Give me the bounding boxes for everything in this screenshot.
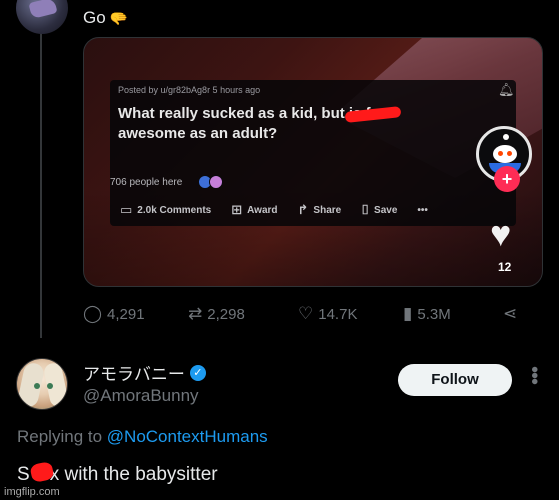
more-options-icon[interactable]: •••	[522, 366, 545, 384]
bell-icon: 🔔︎	[498, 82, 515, 97]
verified-icon: ✓	[189, 364, 206, 381]
comment-icon: ▭	[120, 202, 133, 217]
heart-icon: ♥	[490, 213, 512, 254]
bar-chart-icon: ▮	[403, 304, 413, 323]
retweet-button[interactable]: ⇄ 2,298	[188, 304, 298, 324]
share-action: ↱ Share	[297, 202, 342, 217]
people-here: 706 people here	[110, 177, 183, 188]
watermark: imgflip.com	[4, 486, 60, 498]
comments-action: ▭ 2.0k Comments	[120, 202, 212, 217]
reddit-post-card: Posted by u/gr82bAg8r 5 hours ago 🔔︎ Wha…	[110, 80, 516, 226]
tweet-text-content: Go	[83, 8, 106, 27]
user-handle[interactable]: @AmoraBunny	[83, 386, 199, 406]
avatar[interactable]	[16, 0, 68, 34]
share-icon: ⋖	[503, 304, 518, 323]
heart-outline-icon: ♡	[298, 304, 314, 323]
retweet-icon: ⇄	[188, 304, 203, 323]
posted-by: Posted by u/gr82bAg8r 5 hours ago	[118, 85, 261, 95]
like-button[interactable]: ♡ 14.7K	[298, 304, 403, 324]
award-action: ⊞ Award	[231, 202, 278, 217]
share-button[interactable]: ⋖	[503, 304, 517, 324]
bookmark-icon: ⌷	[361, 202, 370, 217]
reply-button[interactable]: ◯ 4,291	[83, 304, 188, 324]
engagement-bar: ◯ 4,291 ⇄ 2,298 ♡ 14.7K ▮ 5.3M ⋖	[83, 304, 533, 324]
more-action: •••	[417, 204, 428, 216]
video-like-count: 12	[498, 260, 512, 274]
save-action: ⌷ Save	[361, 202, 398, 217]
mention-link[interactable]: @NoContextHumans	[107, 427, 268, 446]
hand-emoji-icon: ✋	[109, 8, 127, 28]
display-name[interactable]: アモラバニー ✓	[83, 360, 206, 385]
online-avatars	[198, 174, 230, 190]
replying-to: Replying to @NoContextHumans	[17, 427, 268, 446]
tweet-media[interactable]: Posted by u/gr82bAg8r 5 hours ago 🔔︎ Wha…	[83, 37, 543, 287]
post-actions: ▭ 2.0k Comments ⊞ Award ↱ Share ⌷ Save •••	[120, 202, 448, 218]
tweet-text: Go ✋	[83, 8, 127, 28]
post-title: What really sucked as a kid, but is f aw…	[118, 104, 448, 144]
thread-line	[40, 32, 42, 338]
award-icon: ⊞	[231, 202, 243, 217]
plus-icon: +	[494, 166, 520, 192]
share-arrow-icon: ↱	[297, 202, 309, 217]
avatar[interactable]	[16, 358, 68, 410]
views-button[interactable]: ▮ 5.3M	[403, 304, 503, 324]
follow-button[interactable]: Follow	[398, 364, 512, 396]
reply-icon: ◯	[83, 304, 103, 323]
